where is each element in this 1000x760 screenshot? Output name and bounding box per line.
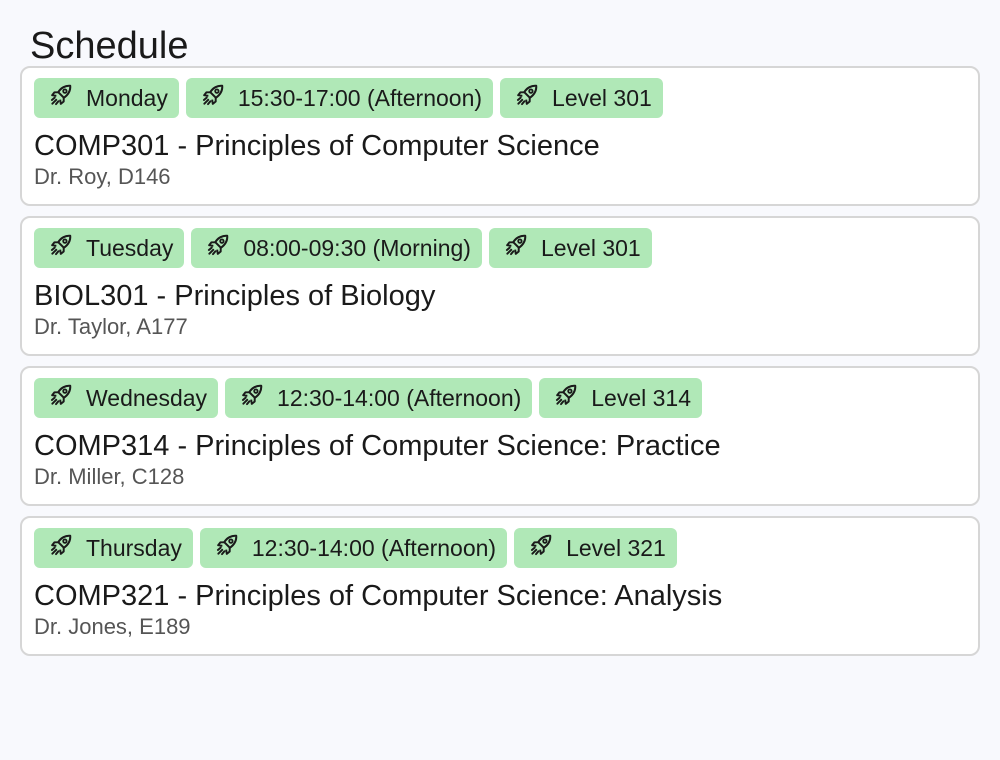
rocket-icon — [205, 232, 231, 258]
level-label: Level 301 — [540, 234, 641, 261]
schedule-card[interactable]: Thursday 12:30-14:00 (Afternoon) Level 3… — [20, 516, 980, 656]
course-title: COMP314 - Principles of Computer Science… — [34, 430, 721, 462]
level-tag: Level 301 — [488, 228, 652, 268]
course-details: Dr. Roy, D146 — [34, 164, 171, 189]
level-tag: Level 314 — [539, 378, 703, 418]
rocket-icon — [514, 82, 540, 108]
tag-row: Monday 15:30-17:00 (Afternoon) Level 301 — [34, 78, 966, 118]
course-details: Dr. Jones, E189 — [34, 614, 191, 639]
rocket-icon — [214, 532, 240, 558]
level-tag: Level 321 — [514, 528, 677, 568]
schedule-page: Schedule Monday 15:30-17:00 (Afternoon) … — [0, 0, 1000, 656]
day-label: Thursday — [86, 534, 182, 561]
time-tag: 15:30-17:00 (Afternoon) — [185, 78, 494, 118]
level-label: Level 301 — [552, 84, 652, 111]
rocket-icon — [528, 532, 554, 558]
time-tag: 08:00-09:30 (Morning) — [191, 228, 482, 268]
day-tag: Tuesday — [34, 228, 185, 268]
schedule-card[interactable]: Tuesday 08:00-09:30 (Morning) Level 301 … — [20, 216, 980, 356]
rocket-icon — [239, 382, 265, 408]
course-title: BIOL301 - Principles of Biology — [34, 280, 436, 312]
day-label: Tuesday — [86, 234, 174, 261]
schedule-card[interactable]: Monday 15:30-17:00 (Afternoon) Level 301… — [20, 66, 980, 206]
time-label: 12:30-14:00 (Afternoon) — [251, 534, 497, 561]
rocket-icon — [48, 82, 74, 108]
day-tag: Monday — [34, 78, 179, 118]
tag-row: Tuesday 08:00-09:30 (Morning) Level 301 — [34, 228, 966, 268]
rocket-icon — [48, 382, 74, 408]
course-details: Dr. Taylor, A177 — [34, 314, 188, 339]
day-label: Monday — [86, 84, 168, 111]
level-label: Level 321 — [566, 534, 666, 561]
course-details: Dr. Miller, C128 — [34, 464, 185, 489]
time-label: 15:30-17:00 (Afternoon) — [237, 84, 483, 111]
level-label: Level 314 — [591, 384, 692, 411]
tag-row: Wednesday 12:30-14:00 (Afternoon) Level … — [34, 378, 966, 418]
time-label: 08:00-09:30 (Morning) — [243, 234, 471, 261]
rocket-icon — [48, 532, 74, 558]
page-title: Schedule — [30, 25, 189, 67]
rocket-icon — [200, 82, 226, 108]
rocket-icon — [553, 382, 579, 408]
schedule-card[interactable]: Wednesday 12:30-14:00 (Afternoon) Level … — [20, 366, 980, 506]
course-title: COMP301 - Principles of Computer Science — [34, 130, 600, 162]
course-title: COMP321 - Principles of Computer Science… — [34, 580, 723, 612]
day-label: Wednesday — [86, 384, 208, 411]
time-label: 12:30-14:00 (Afternoon) — [277, 384, 522, 411]
level-tag: Level 301 — [500, 78, 663, 118]
day-tag: Wednesday — [34, 378, 219, 418]
tag-row: Thursday 12:30-14:00 (Afternoon) Level 3… — [34, 528, 966, 568]
day-tag: Thursday — [34, 528, 193, 568]
rocket-icon — [48, 232, 74, 258]
time-tag: 12:30-14:00 (Afternoon) — [225, 378, 533, 418]
schedule-list: Monday 15:30-17:00 (Afternoon) Level 301… — [20, 66, 980, 656]
rocket-icon — [503, 232, 529, 258]
time-tag: 12:30-14:00 (Afternoon) — [199, 528, 508, 568]
